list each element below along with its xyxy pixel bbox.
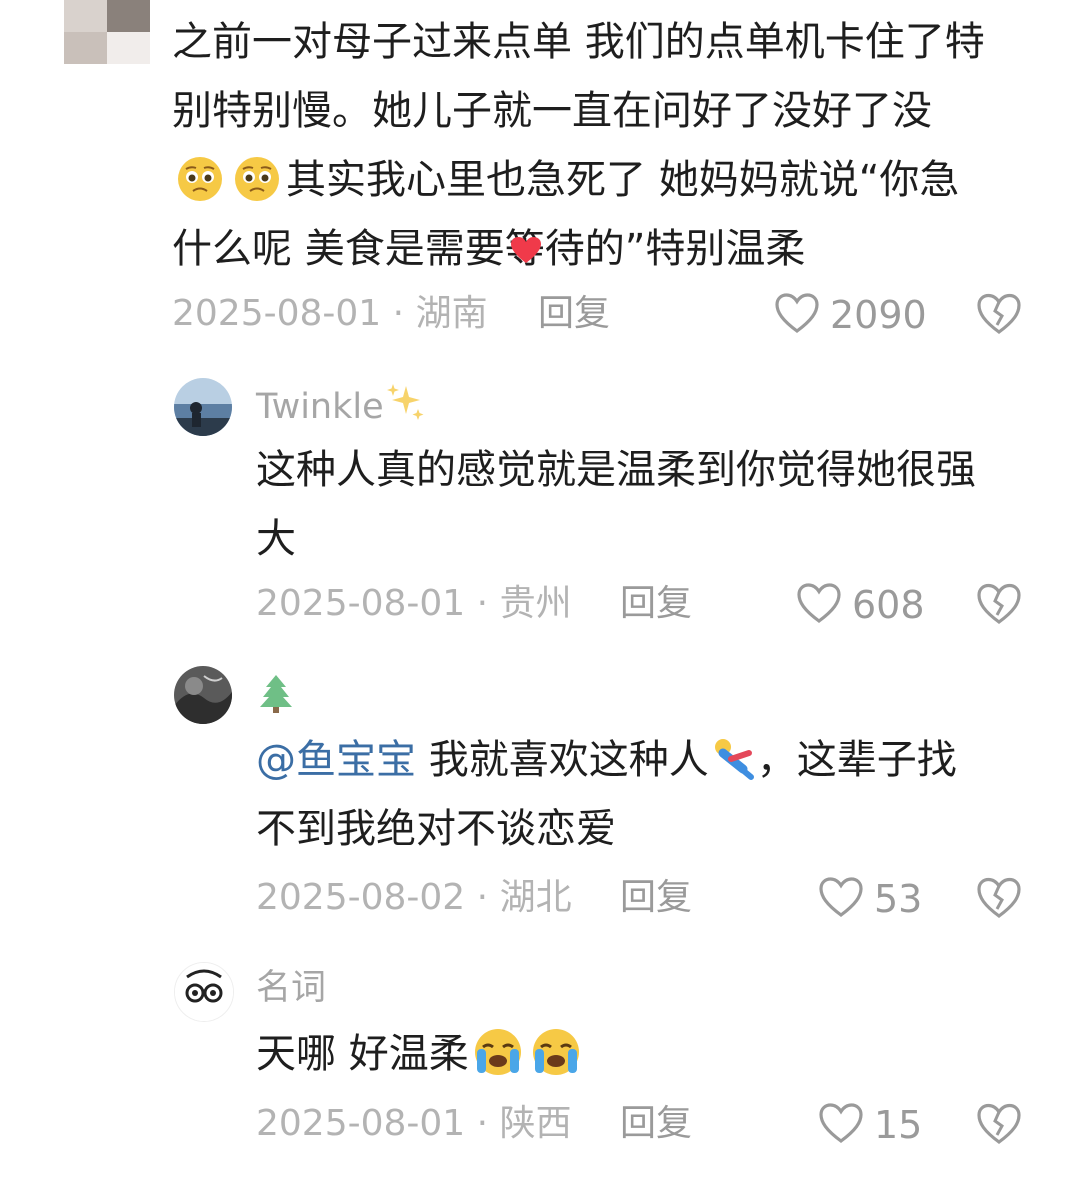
comment-date: 2025-08-01: [256, 1103, 466, 1144]
comment-date: 2025-08-02: [256, 877, 466, 918]
comment-line: 之前一对母子过来点单 我们的点单机卡住了特: [172, 19, 985, 65]
falling-person-icon: [709, 735, 757, 805]
comment-meta: 2025-08-01 · 湖南: [172, 292, 488, 336]
like-button[interactable]: 608: [796, 582, 925, 628]
like-button[interactable]: 53: [818, 876, 922, 922]
comment-body: 这种人真的感觉就是温柔到你觉得她很强 大: [256, 436, 976, 574]
username[interactable]: Twinkle: [256, 382, 426, 433]
comment-date: 2025-08-01: [172, 293, 382, 334]
comment-line: 这种人真的感觉就是温柔到你觉得她很强: [256, 447, 976, 493]
comment-line: 什么呢 美食是需要等待的”特别温柔: [172, 226, 806, 272]
like-count: 53: [874, 877, 923, 921]
heart-outline-icon: [774, 292, 820, 338]
reply-button[interactable]: 回复: [538, 292, 610, 336]
comment-location: 湖南: [415, 293, 488, 334]
comment-line: 天哪 好温柔: [256, 1020, 585, 1089]
avatar[interactable]: [64, 0, 150, 64]
comment-line: 别特别慢。她儿子就一直在问好了没好了没: [172, 88, 932, 134]
reply-button[interactable]: 回复: [620, 876, 692, 920]
like-count: 608: [852, 583, 925, 627]
meta-separator: ·: [476, 1103, 489, 1144]
avatar[interactable]: [174, 962, 234, 1022]
crying-face-icon: [469, 1027, 527, 1099]
comment-line-text: 我就喜欢这种人: [428, 737, 709, 783]
heart-outline-icon: [818, 1102, 864, 1148]
comment-body: @鱼宝宝 我就喜欢这种人 ，这辈子找 不到我绝对不谈恋爱: [256, 726, 957, 864]
comment-line-text: ，这辈子找: [756, 737, 957, 783]
broken-heart-icon[interactable]: [976, 876, 1022, 920]
username-text: Twinkle: [256, 387, 384, 427]
meta-separator: ·: [392, 293, 405, 334]
comment-location: 贵州: [499, 583, 572, 624]
like-count: 15: [874, 1103, 923, 1147]
crying-face-icon: [527, 1027, 585, 1099]
comment-line: 大: [256, 516, 296, 562]
comment-meta: 2025-08-01 · 陕西: [256, 1102, 572, 1146]
reply-button[interactable]: 回复: [620, 582, 692, 626]
evergreen-tree-icon: [256, 672, 296, 725]
mention-link[interactable]: @鱼宝宝: [256, 737, 416, 783]
comment-meta: 2025-08-01 · 贵州: [256, 582, 572, 626]
meta-separator: ·: [476, 583, 489, 624]
heart-icon: [510, 236, 542, 268]
comment-line: @鱼宝宝 我就喜欢这种人 ，这辈子找: [256, 726, 957, 795]
like-count: 2090: [830, 293, 927, 337]
comment-line-text: 天哪 好温柔: [256, 1031, 469, 1077]
comment-meta: 2025-08-02 · 湖北: [256, 876, 572, 920]
avatar[interactable]: [174, 378, 232, 436]
heart-outline-icon: [818, 876, 864, 922]
meta-separator: ·: [476, 877, 489, 918]
comment-date: 2025-08-01: [256, 583, 466, 624]
reply-button[interactable]: 回复: [620, 1102, 692, 1146]
comment-body: 天哪 好温柔: [256, 1020, 585, 1089]
avatar[interactable]: [174, 666, 232, 724]
username[interactable]: 名词: [256, 966, 326, 1010]
like-button[interactable]: 15: [818, 1102, 922, 1148]
broken-heart-icon[interactable]: [976, 292, 1022, 336]
comment-location: 湖北: [499, 877, 572, 918]
comment-line: 其实我心里也急死了 她妈妈就说“你急: [172, 146, 985, 215]
comment-line-text: 其实我心里也急死了 她妈妈就说“你急: [286, 157, 960, 203]
comment-line: 不到我绝对不谈恋爱: [256, 806, 616, 852]
comment-body: 之前一对母子过来点单 我们的点单机卡住了特 别特别慢。她儿子就一直在问好了没好了…: [172, 8, 985, 284]
broken-heart-icon[interactable]: [976, 582, 1022, 626]
username[interactable]: [256, 672, 296, 725]
heart-outline-icon: [796, 582, 842, 628]
sparkles-icon: [384, 382, 426, 433]
comment-location: 陕西: [499, 1103, 572, 1144]
broken-heart-icon[interactable]: [976, 1102, 1022, 1146]
like-button[interactable]: 2090: [774, 292, 927, 338]
